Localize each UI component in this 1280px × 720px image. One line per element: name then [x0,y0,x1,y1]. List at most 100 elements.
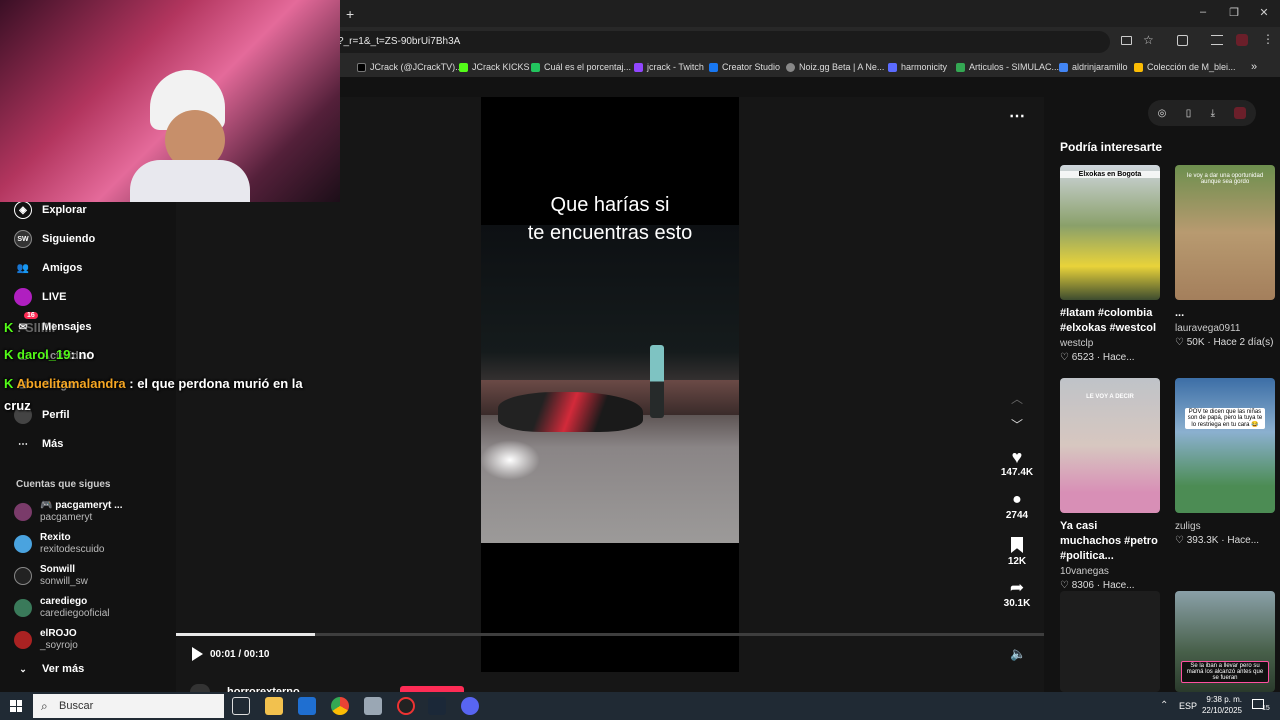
followed-account[interactable]: Rexito rexitodescuido [14,532,104,556]
star-icon[interactable]: ☆ [1143,33,1154,47]
see-more-button[interactable]: ⌄ Ver más [14,663,84,675]
video-caption: te encuentras esto [527,222,693,244]
recommendation-card[interactable] [1060,591,1160,692]
sidebar-item-friends[interactable]: 👥 Amigos [14,259,83,277]
play-icon[interactable] [192,647,203,661]
comment-icon: ● [1012,491,1022,508]
card-title: #latam #colombia #elxokas #westcol [1060,307,1157,334]
taskbar-search[interactable]: Buscar [33,694,224,718]
app-icon[interactable] [364,697,382,715]
clock-time[interactable]: 9:38 p. m. [1200,695,1242,704]
video-person [650,345,664,418]
notification-count: 15 [1262,705,1270,712]
live-icon [14,288,32,306]
extension-icon[interactable] [1234,107,1247,119]
minimize-icon[interactable]: – [1196,6,1210,18]
profile-avatar-icon[interactable] [1236,34,1248,46]
card-user: zuligs [1175,521,1201,532]
url-field[interactable]: ?_r=1&_t=ZS-90brUi7Bh3A [330,31,1110,53]
kick-icon: K [4,347,14,362]
file-explorer-icon[interactable] [265,697,283,715]
sidebar-item-explore[interactable]: ◈ Explorar [14,201,87,219]
followed-account[interactable]: carediego carediegooficial [14,596,110,620]
new-tab-button[interactable]: + [346,6,354,22]
chevron-up-icon[interactable]: ︿ [1011,390,1023,407]
bookmark-5[interactable]: Noiz.gg Beta | A Ne... [786,57,884,77]
recommendation-card[interactable]: POV te dicen que las niñas son de papá, … [1175,378,1275,548]
progress-bar[interactable] [176,633,1044,636]
share-button[interactable]: ➦ 30.1K [1000,578,1034,609]
recommendation-card[interactable]: LE VOY A DECIR Ya casi muchachos #petro … [1060,378,1160,593]
followed-account[interactable]: Sonwill sonwill_sw [14,564,88,588]
video-motorcycle [498,392,643,432]
bookmark-0[interactable]: JCrack (@JCrackTV)... [357,57,463,77]
thumbnail-text: POV te dicen que las niñas son de papá, … [1185,408,1265,429]
bookmark-9[interactable]: Colección de M_blei... [1134,57,1236,77]
avatar [14,503,32,521]
kick-icon: K [4,376,14,391]
volume-icon[interactable]: 🔈 [1010,646,1026,662]
bookmark-6[interactable]: harmonicity [888,57,947,77]
recommendation-card[interactable]: Se la iban a llevar pero su mamá los alc… [1175,591,1275,692]
outlook-icon[interactable] [298,697,316,715]
bookmarks-overflow-icon[interactable]: » [1251,57,1257,77]
download-icon[interactable]: ⤓ [1211,108,1215,119]
video-caption: Que harías si [550,194,670,216]
more-options-icon[interactable]: ⋯ [1009,106,1025,126]
obs-icon[interactable] [397,697,415,715]
thumbnail-text: Elxokas en Bogota [1060,171,1160,178]
save-button[interactable]: 12K [1000,535,1034,567]
recommendation-card[interactable]: Ie voy a dar una oportunidad aunque sea … [1175,165,1275,350]
phone-icon[interactable]: ▯ [1186,108,1192,119]
chevron-down-icon[interactable]: ﹀ [1011,416,1023,433]
video-headlight [480,440,540,480]
chat-message: K Abuelitamalandra : el que perdona muri… [4,376,303,413]
sidebar-item-live[interactable]: LIVE [14,288,66,306]
task-view-icon[interactable] [232,697,250,715]
language-indicator[interactable]: ESP [1179,701,1197,711]
sidebar-item-following[interactable]: SW Siguiendo [14,230,95,248]
followed-account[interactable]: elROJO _soyrojo [14,628,78,652]
compass-icon: ◈ [14,201,32,219]
author-avatar[interactable] [190,684,210,692]
circle-icon[interactable]: ◎ [1158,108,1167,119]
thumbnail: Se la iban a llevar pero su mamá los alc… [1175,591,1275,692]
close-icon[interactable]: ✕ [1257,6,1271,19]
chevron-up-icon[interactable]: ⌃ [1160,700,1168,711]
restore-icon[interactable]: ❐ [1227,6,1241,19]
bookmark-4[interactable]: Creator Studio [709,57,780,77]
bookmark-3[interactable]: jcrack - Twitch [634,57,704,77]
messages-badge: 16 [24,312,38,319]
bookmark-7[interactable]: Articulos - SIMULAC... [956,57,1059,77]
clock-date[interactable]: 22/10/2025 [1198,706,1242,715]
bookmark-2[interactable]: Cuál es el porcentaj... [531,57,631,77]
bookmark-8[interactable]: aldrinjaramillo [1059,57,1128,77]
thumbnail [1060,591,1160,692]
drive-icon [956,62,965,72]
card-title: Ya casi muchachos #petro #politica... [1060,520,1158,562]
card-user: westclp [1060,338,1094,349]
followed-account[interactable]: 🎮 pacgameryt ... pacgameryt [14,500,122,524]
bookmark-1[interactable]: JCrack KICKS [459,57,530,77]
card-stats: ♡ 6523 · Hace... [1060,352,1135,363]
steam-icon[interactable] [428,697,446,715]
like-button[interactable]: ♥ 147.4K [1000,447,1034,478]
noiz-icon [786,62,795,72]
x-icon [357,62,366,72]
bookmark-icon [531,62,540,72]
friends-icon: 👥 [16,262,30,274]
comment-button[interactable]: ● 2744 [1000,490,1034,521]
recommendation-card[interactable]: Elxokas en Bogota #latam #colombia #elxo… [1060,165,1160,365]
chrome-icon[interactable] [331,697,349,715]
avatar [14,567,32,585]
docs-icon [1059,62,1068,72]
thumbnail: POV te dicen que las niñas son de papá, … [1175,378,1275,513]
extensions-icon[interactable] [1177,35,1188,46]
menu-kebab-icon[interactable]: ⋮ [1262,32,1274,46]
cast-icon[interactable] [1121,36,1132,45]
kick-icon: K [4,320,14,335]
media-icon[interactable] [1211,35,1223,45]
discord-icon[interactable] [461,697,479,715]
sidebar-item-more[interactable]: ⋯ Más [14,435,63,453]
windows-icon[interactable] [10,700,22,712]
